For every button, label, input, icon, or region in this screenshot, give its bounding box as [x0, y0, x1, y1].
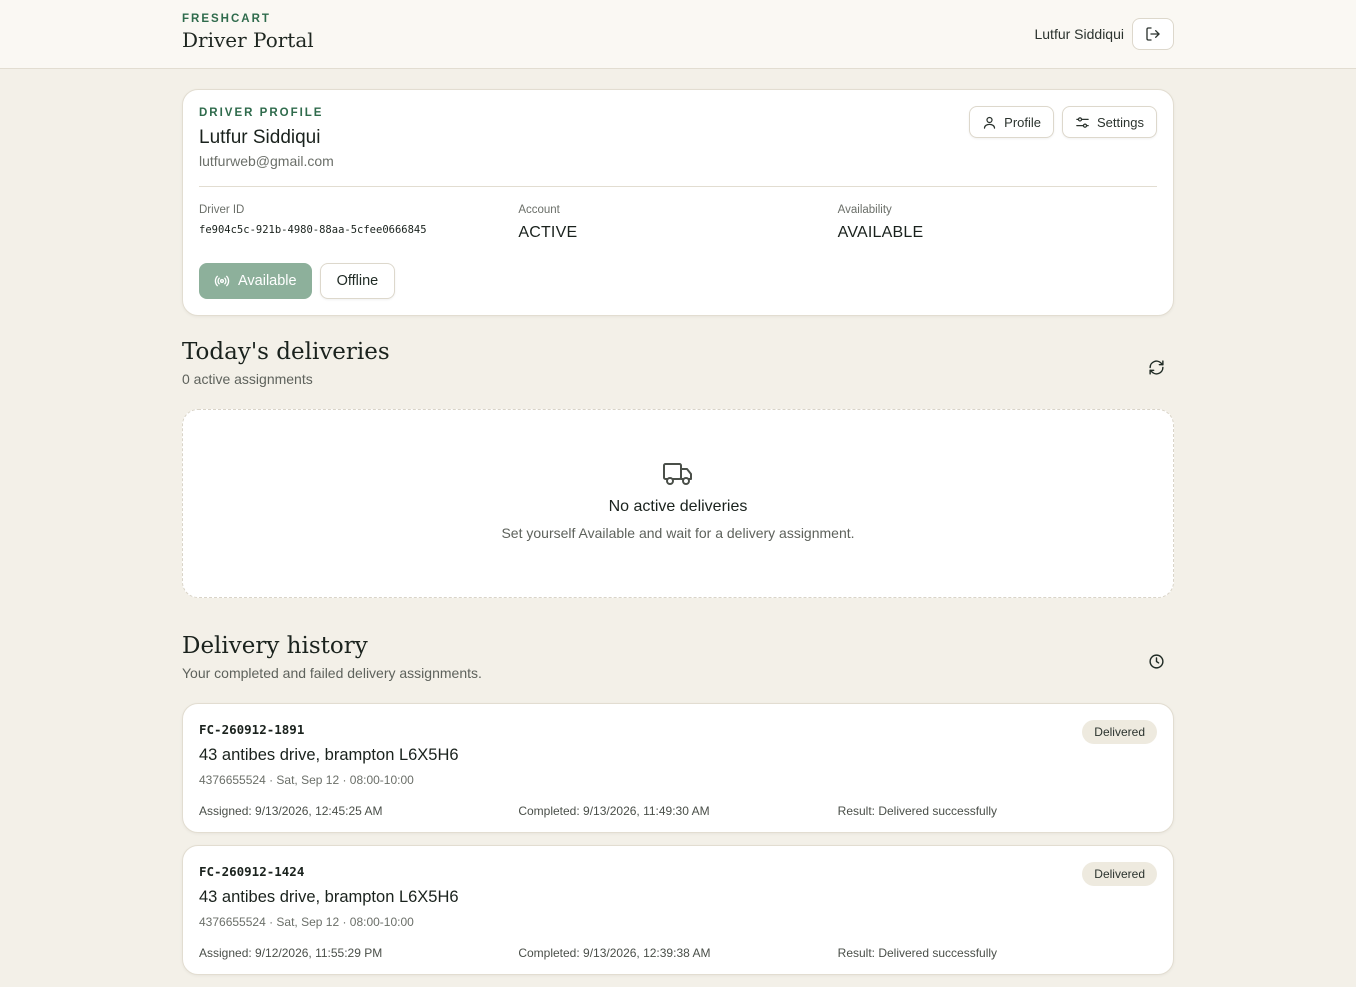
- settings-button[interactable]: Settings: [1062, 106, 1157, 138]
- empty-title: No active deliveries: [608, 498, 748, 515]
- availability-toggle: Available Offline: [199, 263, 396, 299]
- offline-button[interactable]: Offline: [319, 263, 396, 299]
- refresh-icon: [1148, 359, 1164, 375]
- todays-deliveries-section: Today's deliveries 0 active assignments …: [182, 339, 1174, 598]
- sliders-icon: [1076, 116, 1089, 128]
- availability-value: AVAILABLE: [837, 224, 924, 241]
- brand-title: Driver Portal: [182, 28, 314, 52]
- todays-deliveries-header: Today's deliveries 0 active assignments: [182, 339, 1174, 409]
- assigned-time: Assigned: 9/13/2026, 12:45:25 AM: [199, 804, 383, 818]
- profile-button[interactable]: Profile: [969, 106, 1055, 138]
- delivery-times: Assigned: 9/13/2026, 12:45:25 AM Complet…: [199, 804, 1157, 818]
- settings-button-label: Settings: [1097, 114, 1144, 130]
- account-label: Account: [518, 204, 560, 216]
- order-id: FC-260912-1424: [199, 864, 305, 879]
- main-content: DRIVER PROFILE Lutfur Siddiqui lutfurweb…: [182, 89, 1174, 987]
- status-badge: Delivered: [1082, 720, 1157, 744]
- profile-email: lutfurweb@gmail.com: [199, 153, 334, 169]
- status-badge: Delivered: [1082, 862, 1157, 886]
- empty-subtitle: Set yourself Available and wait for a de…: [501, 525, 855, 541]
- delivery-address: 43 antibes drive, brampton L6X5H6: [199, 888, 459, 906]
- logout-button[interactable]: [1132, 18, 1174, 50]
- profile-button-label: Profile: [1004, 114, 1042, 130]
- completed-time: Completed: 9/13/2026, 11:49:30 AM: [518, 804, 710, 818]
- available-button[interactable]: Available: [199, 263, 312, 299]
- user-icon: [984, 116, 996, 129]
- delivery-result: Result: Delivered successfully: [837, 946, 998, 960]
- driver-profile-card: DRIVER PROFILE Lutfur Siddiqui lutfurweb…: [182, 89, 1174, 316]
- user-name: Lutfur Siddiqui: [1034, 26, 1124, 42]
- assigned-time: Assigned: 9/12/2026, 11:55:29 PM: [199, 946, 383, 960]
- delivery-result: Result: Delivered successfully: [837, 804, 998, 818]
- history-item[interactable]: FC-260912-1424 43 antibes drive, brampto…: [182, 845, 1174, 975]
- delivery-address: 43 antibes drive, brampton L6X5H6: [199, 746, 459, 764]
- delivery-meta: 4376655524 · Sat, Sep 12 · 08:00-10:00: [199, 773, 414, 787]
- history-clock: [1142, 647, 1170, 675]
- empty-deliveries-state: No active deliveries Set yourself Availa…: [182, 409, 1174, 598]
- delivery-history-header: Delivery history Your completed and fail…: [182, 633, 1174, 703]
- truck-icon: [663, 463, 692, 485]
- availability-stat: Availability AVAILABLE: [838, 204, 1157, 242]
- user-area: Lutfur Siddiqui: [1034, 18, 1174, 50]
- delivery-times: Assigned: 9/12/2026, 11:55:29 PM Complet…: [199, 946, 1157, 960]
- delivery-history-subtitle: Your completed and failed delivery assig…: [182, 665, 482, 681]
- todays-deliveries-subtitle: 0 active assignments: [182, 371, 313, 387]
- account-value: ACTIVE: [518, 224, 578, 241]
- completed-time: Completed: 9/13/2026, 12:39:38 AM: [518, 946, 711, 960]
- delivery-meta: 4376655524 · Sat, Sep 12 · 08:00-10:00: [199, 915, 414, 929]
- profile-actions: Profile Settings: [969, 106, 1157, 138]
- refresh-button[interactable]: [1142, 353, 1170, 381]
- available-button-label: Available: [238, 273, 297, 289]
- brand: FRESHCART Driver Portal: [182, 13, 314, 52]
- top-bar: FRESHCART Driver Portal Lutfur Siddiqui: [0, 0, 1356, 69]
- availability-label: Availability: [837, 204, 892, 216]
- history-item[interactable]: FC-260912-1891 43 antibes drive, brampto…: [182, 703, 1174, 833]
- clock-icon: [1148, 653, 1164, 669]
- order-id: FC-260912-1891: [199, 722, 305, 737]
- account-stat: Account ACTIVE: [518, 204, 837, 242]
- driver-id-value: fe904c5c-921b-4980-88aa-5cfee0666845: [199, 224, 427, 236]
- delivery-history-section: Delivery history Your completed and fail…: [182, 633, 1174, 975]
- delivery-history-title: Delivery history: [182, 633, 368, 659]
- logout-icon: [1146, 27, 1160, 41]
- profile-divider: [199, 186, 1157, 187]
- driver-id-stat: Driver ID fe904c5c-921b-4980-88aa-5cfee0…: [199, 204, 518, 242]
- todays-deliveries-title: Today's deliveries: [182, 339, 390, 365]
- offline-button-label: Offline: [336, 273, 379, 289]
- broadcast-icon: [214, 275, 230, 287]
- brand-kicker: FRESHCART: [182, 13, 271, 25]
- driver-id-label: Driver ID: [199, 204, 245, 216]
- profile-stats: Driver ID fe904c5c-921b-4980-88aa-5cfee0…: [199, 204, 1157, 242]
